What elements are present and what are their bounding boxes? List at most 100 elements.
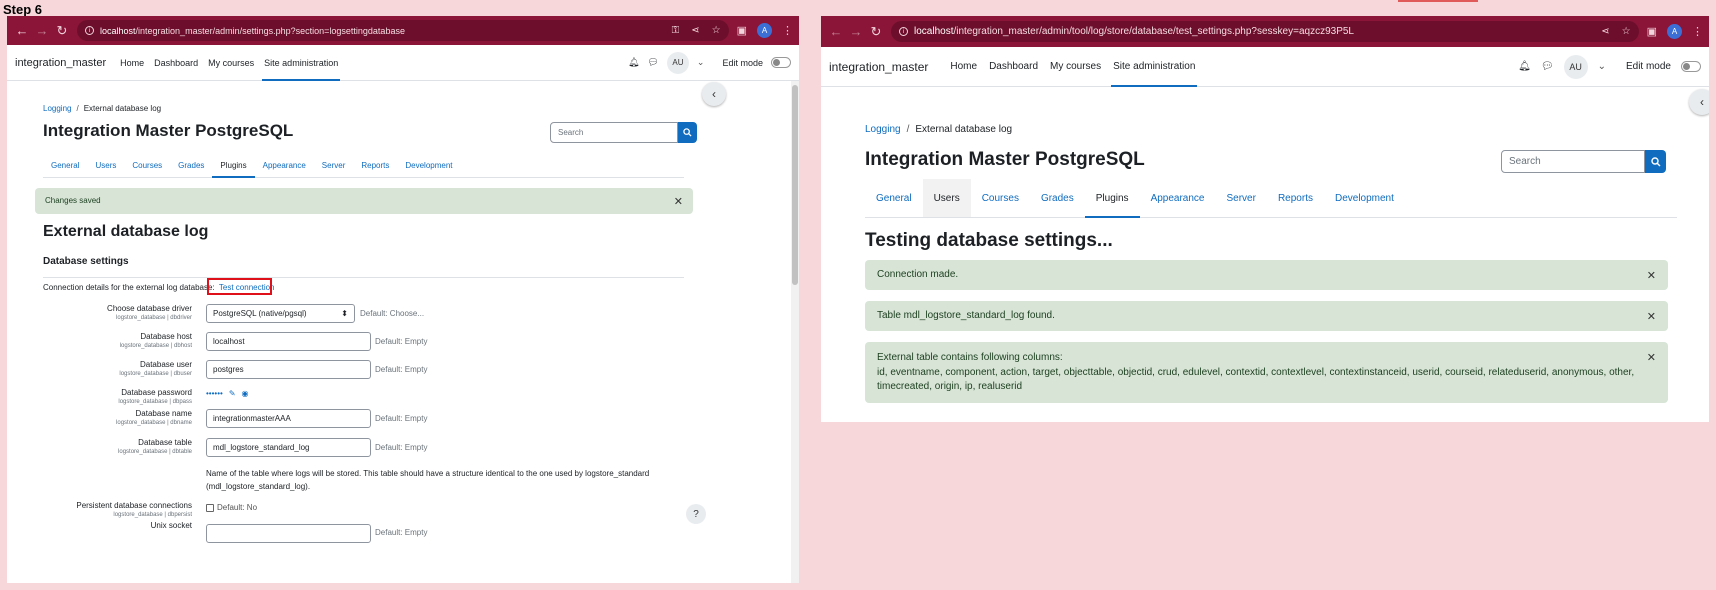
forward-icon[interactable]: →: [33, 23, 51, 38]
tab-general[interactable]: General: [43, 154, 87, 177]
nav-home[interactable]: Home: [120, 45, 144, 80]
reveal-eye-icon[interactable]: ◉: [242, 389, 249, 398]
edit-mode-label: Edit mode: [1625, 61, 1671, 72]
tab-development[interactable]: Development: [1324, 179, 1405, 217]
nav-dashboard[interactable]: Dashboard: [154, 45, 198, 80]
address-bar[interactable]: i localhost/integration_master/admin/too…: [891, 21, 1639, 42]
tab-grades[interactable]: Grades: [1030, 179, 1085, 217]
nav-dashboard[interactable]: Dashboard: [989, 47, 1038, 86]
tab-appearance[interactable]: Appearance: [255, 154, 314, 177]
search-input[interactable]: Search: [1501, 150, 1645, 173]
menu-kebab-icon[interactable]: ⋮: [1692, 25, 1703, 38]
tab-general[interactable]: General: [865, 179, 923, 217]
profile-avatar[interactable]: A: [1667, 24, 1682, 39]
edit-pencil-icon[interactable]: ✎: [229, 389, 236, 398]
driver-select[interactable]: PostgreSQL (native/pgsql) ⬍: [206, 304, 355, 323]
password-field[interactable]: •••••• ✎ ◉: [206, 389, 249, 398]
back-icon[interactable]: ←: [827, 24, 845, 39]
tab-server[interactable]: Server: [1216, 179, 1267, 217]
socket-input[interactable]: [206, 524, 371, 543]
breadcrumb-logging[interactable]: Logging: [43, 104, 71, 113]
edit-mode-toggle[interactable]: [1681, 61, 1701, 72]
close-icon[interactable]: ✕: [1647, 269, 1656, 282]
table-input[interactable]: mdl_logstore_standard_log: [206, 438, 371, 457]
notification-bell-icon[interactable]: 🔔︎: [628, 57, 639, 68]
bookmark-star-icon[interactable]: ☆: [1622, 26, 1631, 37]
tab-users[interactable]: Users: [87, 154, 124, 177]
close-icon[interactable]: ✕: [674, 195, 683, 208]
site-info-icon[interactable]: i: [899, 27, 908, 36]
nav-my-courses[interactable]: My courses: [1050, 47, 1101, 86]
tab-grades[interactable]: Grades: [170, 154, 212, 177]
section-heading: External database log: [43, 223, 209, 240]
side-panel-icon[interactable]: ▣: [1647, 25, 1657, 38]
key-icon[interactable]: ⚿: [672, 25, 680, 36]
share-icon[interactable]: ⋖: [1601, 26, 1609, 37]
messages-icon[interactable]: 💬︎: [647, 57, 658, 68]
bookmark-star-icon[interactable]: ☆: [712, 25, 721, 36]
reload-icon[interactable]: ↻: [53, 23, 71, 39]
alert-text: Table mdl_logstore_standard_log found.: [877, 309, 1055, 321]
forward-icon[interactable]: →: [847, 24, 865, 39]
secondary-navigation: General Users Courses Grades Plugins App…: [43, 154, 684, 178]
host-default: Default: Empty: [375, 337, 428, 346]
step-label: Step 6: [3, 2, 43, 17]
breadcrumb-separator: /: [906, 124, 910, 135]
messages-icon[interactable]: 💬︎: [1541, 61, 1554, 72]
reload-icon[interactable]: ↻: [867, 24, 885, 40]
tab-users[interactable]: Users: [922, 179, 971, 217]
testing-heading: Testing database settings...: [865, 230, 1113, 251]
tab-courses[interactable]: Courses: [971, 179, 1030, 217]
breadcrumb-logging[interactable]: Logging: [865, 124, 901, 135]
page-title: Integration Master PostgreSQL: [865, 149, 1145, 170]
socket-label: Unix socket: [150, 521, 192, 530]
drawer-toggle-chevron-icon[interactable]: ‹: [702, 82, 726, 106]
user-avatar[interactable]: AU: [1563, 54, 1588, 79]
menu-kebab-icon[interactable]: ⋮: [782, 24, 793, 37]
help-button[interactable]: ?: [686, 504, 706, 524]
address-bar[interactable]: i localhost/integration_master/admin/set…: [77, 20, 729, 41]
side-panel-icon[interactable]: ▣: [737, 24, 747, 37]
breadcrumb-current: External database log: [915, 124, 1013, 135]
close-icon[interactable]: ✕: [1647, 351, 1656, 364]
tab-appearance[interactable]: Appearance: [1140, 179, 1216, 217]
tab-plugins[interactable]: Plugins: [1084, 179, 1140, 218]
share-icon[interactable]: ⋖: [691, 25, 699, 36]
nav-my-courses[interactable]: My courses: [208, 45, 254, 80]
search-button[interactable]: [678, 122, 697, 143]
scrollbar-thumb[interactable]: [792, 85, 798, 285]
profile-avatar[interactable]: A: [757, 23, 772, 38]
secondary-navigation: General Users Courses Grades Plugins App…: [865, 179, 1677, 218]
dbname-input[interactable]: integrationmasterAAA: [206, 409, 371, 428]
nav-home[interactable]: Home: [950, 47, 977, 86]
tab-server[interactable]: Server: [314, 154, 354, 177]
page-scrollbar[interactable]: [791, 81, 799, 583]
close-icon[interactable]: ✕: [1647, 310, 1656, 323]
nav-site-administration[interactable]: Site administration: [262, 45, 341, 81]
tab-plugins[interactable]: Plugins: [212, 154, 255, 178]
tab-reports[interactable]: Reports: [353, 154, 397, 177]
host-input[interactable]: localhost: [206, 332, 371, 351]
user-avatar[interactable]: AU: [666, 51, 689, 74]
site-brand[interactable]: integration_master: [829, 60, 928, 74]
user-menu-chevron-icon[interactable]: ⌄: [697, 57, 705, 68]
search-input[interactable]: Search: [550, 122, 678, 143]
drawer-toggle-chevron-icon[interactable]: ‹: [1689, 89, 1709, 115]
notification-bell-icon[interactable]: 🔔︎: [1518, 61, 1531, 72]
site-info-icon[interactable]: i: [85, 26, 94, 35]
persist-checkbox[interactable]: [206, 503, 214, 512]
search-button[interactable]: [1645, 150, 1666, 173]
site-brand[interactable]: integration_master: [15, 57, 106, 69]
user-menu-chevron-icon[interactable]: ⌄: [1598, 61, 1606, 72]
nav-site-administration[interactable]: Site administration: [1111, 47, 1198, 87]
user-input[interactable]: postgres: [206, 360, 371, 379]
tab-development[interactable]: Development: [397, 154, 460, 177]
back-icon[interactable]: ←: [13, 23, 31, 38]
tab-reports[interactable]: Reports: [1267, 179, 1324, 217]
tab-courses[interactable]: Courses: [124, 154, 170, 177]
driver-default: Default: Choose...: [360, 309, 425, 318]
edit-mode-toggle[interactable]: [771, 57, 791, 68]
select-arrows-icon: ⬍: [341, 309, 348, 318]
table-label: Database table logstore_database | dbtabl…: [118, 438, 192, 455]
divider: [43, 277, 684, 278]
